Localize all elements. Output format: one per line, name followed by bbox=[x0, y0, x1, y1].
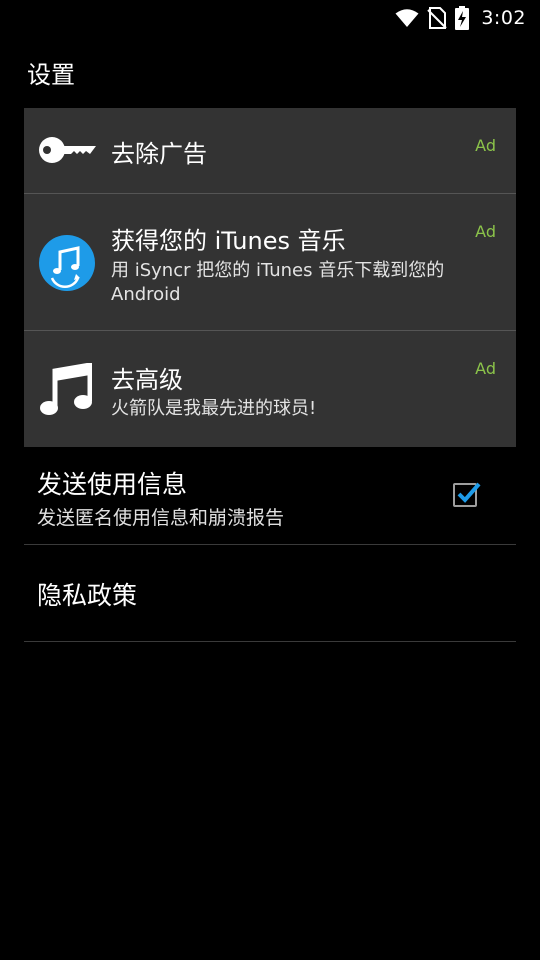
ad-item-itunes-music[interactable]: 获得您的 iTunes 音乐 用 iSyncr 把您的 iTunes 音乐下载到… bbox=[24, 194, 516, 330]
ad-badge: Ad bbox=[475, 359, 496, 378]
ad-subtitle: 用 iSyncr 把您的 iTunes 音乐下载到您的 Android bbox=[111, 260, 445, 305]
pref-subtitle: 发送匿名使用信息和崩溃报告 bbox=[37, 507, 285, 529]
ad-badge: Ad bbox=[475, 222, 496, 241]
pref-title: 隐私政策 bbox=[37, 581, 138, 610]
no-sim-icon bbox=[427, 7, 448, 29]
pref-send-usage[interactable]: 发送使用信息 发送匿名使用信息和崩溃报告 bbox=[24, 448, 516, 544]
send-usage-checkbox[interactable] bbox=[453, 482, 481, 507]
ad-item-go-pro[interactable]: 去高级 火箭队是我最先进的球员! Ad bbox=[24, 331, 516, 447]
page-title: 设置 bbox=[27, 61, 75, 89]
ad-badge: Ad bbox=[475, 136, 496, 155]
ad-subtitle: 火箭队是我最先进的球员! bbox=[111, 398, 317, 419]
key-icon bbox=[38, 134, 96, 166]
pref-privacy-policy[interactable]: 隐私政策 bbox=[24, 545, 516, 641]
ad-item-remove-ads[interactable]: 去除广告 Ad bbox=[24, 108, 516, 193]
divider bbox=[24, 641, 516, 642]
ad-title: 去高级 bbox=[111, 366, 183, 394]
status-bar: 3:02 bbox=[0, 0, 540, 36]
music-note-icon bbox=[40, 363, 92, 417]
battery-charging-icon bbox=[455, 6, 470, 30]
isyncr-music-sync-icon bbox=[38, 234, 96, 292]
pref-title: 发送使用信息 bbox=[37, 470, 188, 499]
ad-title: 获得您的 iTunes 音乐 bbox=[111, 227, 346, 255]
ad-title: 去除广告 bbox=[111, 140, 207, 168]
wifi-icon bbox=[395, 8, 419, 28]
status-time: 3:02 bbox=[481, 7, 526, 29]
